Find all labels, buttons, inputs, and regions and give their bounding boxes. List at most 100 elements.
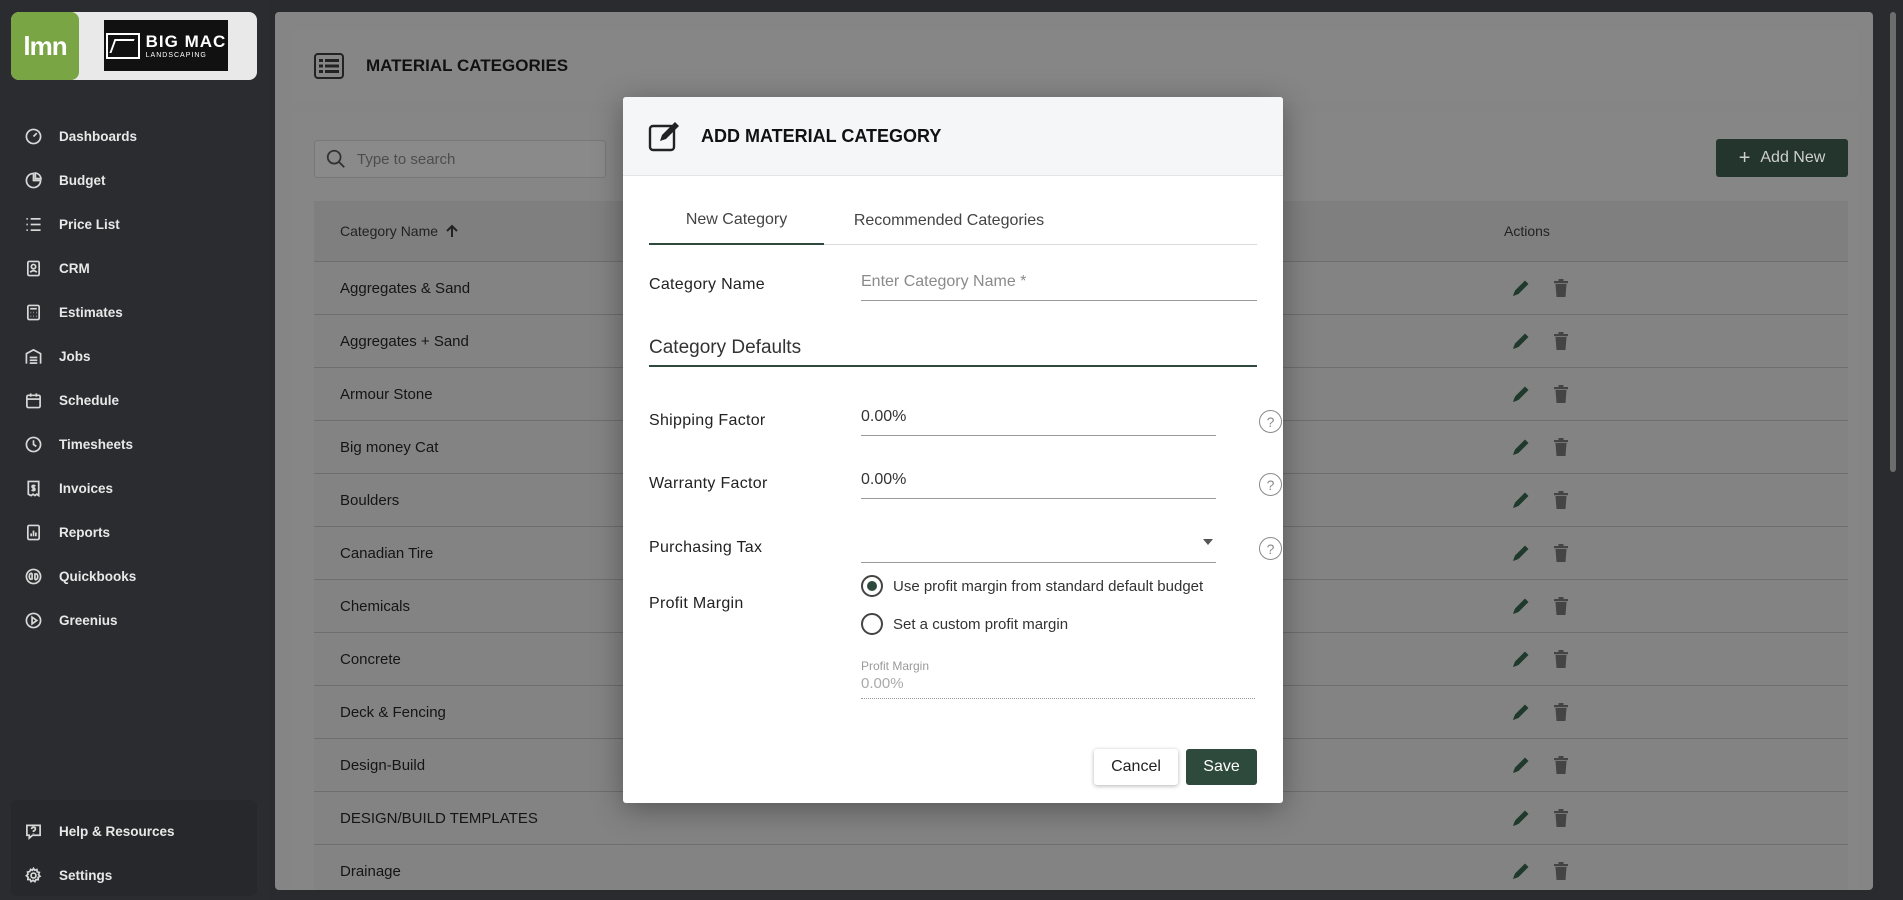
calculator-icon [24,303,42,321]
sidebar-item-label: Schedule [59,392,120,408]
sidebar-item-timesheets[interactable]: Timesheets [0,422,270,466]
radio-custom-profit-margin[interactable]: Set a custom profit margin [861,613,1068,635]
trash-delete-icon[interactable] [1550,648,1572,670]
search-icon [326,149,345,168]
sidebar-item-estimates[interactable]: Estimates [0,290,270,334]
shipping-factor-label: Shipping Factor [649,412,766,429]
purchasing-tax-select[interactable] [861,531,1216,563]
list-icon [24,215,42,233]
pencil-edit-icon[interactable] [1510,807,1532,829]
sidebar-item-price-list[interactable]: Price List [0,202,270,246]
pencil-edit-icon[interactable] [1510,860,1532,882]
warranty-factor-input[interactable] [861,467,1216,499]
pencil-edit-icon[interactable] [1510,701,1532,723]
radio-default-profit-margin[interactable]: Use profit margin from standard default … [861,575,1203,597]
dialog-title: ADD MATERIAL CATEGORY [701,125,942,146]
sidebar-item-label: Estimates [59,304,123,320]
shipping-factor-input[interactable] [861,404,1216,436]
add-new-button[interactable]: + Add New [1716,139,1848,177]
purchasing-tax-help-icon[interactable]: ? [1259,537,1282,560]
lmn-logo[interactable]: lmn [11,12,79,80]
sidebar-item-dashboards[interactable]: Dashboards [0,114,270,158]
page-header: MATERIAL CATEGORIES [292,30,1858,102]
sidebar-item-reports[interactable]: Reports [0,510,270,554]
warehouse-icon [24,347,42,365]
pencil-edit-icon[interactable] [1510,383,1532,405]
pencil-edit-icon[interactable] [1510,330,1532,352]
sidebar: lmn BIG MAC LANDSCAPING Dashboards Budget… [0,0,270,900]
pencil-edit-icon[interactable] [1510,595,1532,617]
purchasing-tax-row: Purchasing Tax ? [649,529,1282,565]
page-scrollbar[interactable] [1890,12,1896,472]
sidebar-item-label: Budget [59,172,106,188]
pencil-edit-icon[interactable] [1510,648,1532,670]
sidebar-item-quickbooks[interactable]: Quickbooks [0,554,270,598]
category-name-cell: DESIGN/BUILD TEMPLATES [340,809,538,827]
category-defaults-heading: Category Defaults [649,337,1257,367]
profit-margin-label: Profit Margin [649,595,744,612]
tab-new-category[interactable]: New Category [649,197,824,245]
category-name-cell: Aggregates & Sand [340,279,471,297]
sidebar-item-label: Jobs [59,348,91,364]
table-row[interactable]: Drainage [314,844,1848,890]
tab-recommended-categories[interactable]: Recommended Categories [824,197,1074,245]
category-name-input[interactable] [861,269,1257,301]
contacts-icon [24,259,42,277]
radio-unselected-icon [861,613,883,635]
dialog-header: ADD MATERIAL CATEGORY [623,97,1283,176]
sidebar-item-crm[interactable]: CRM [0,246,270,290]
pencil-edit-icon[interactable] [1510,542,1532,564]
edit-square-icon [648,122,679,152]
category-name-cell: Big money Cat [340,438,439,456]
search-input[interactable] [357,150,597,168]
calendar-icon [24,391,42,409]
category-name-cell: Canadian Tire [340,544,434,562]
sidebar-item-budget[interactable]: Budget [0,158,270,202]
trash-delete-icon[interactable] [1550,383,1572,405]
trash-delete-icon[interactable] [1550,754,1572,776]
report-icon [24,523,42,541]
trash-delete-icon[interactable] [1550,860,1572,882]
trash-delete-icon[interactable] [1550,595,1572,617]
shipping-help-icon[interactable]: ? [1259,410,1282,433]
purchasing-tax-label: Purchasing Tax [649,539,763,556]
pencil-edit-icon[interactable] [1510,489,1532,511]
trash-delete-icon[interactable] [1550,701,1572,723]
sidebar-item-label: CRM [59,260,90,276]
trash-delete-icon[interactable] [1550,330,1572,352]
trash-delete-icon[interactable] [1550,807,1572,829]
radio-custom-label: Set a custom profit margin [893,615,1069,633]
save-button[interactable]: Save [1186,749,1257,785]
company-subtitle: LANDSCAPING [145,51,207,59]
pencil-edit-icon[interactable] [1510,277,1532,299]
sidebar-item-settings[interactable]: Settings [11,853,257,897]
pencil-edit-icon[interactable] [1510,436,1532,458]
sidebar-item-schedule[interactable]: Schedule [0,378,270,422]
sidebar-item-label: Settings [59,867,113,883]
sidebar-item-jobs[interactable]: Jobs [0,334,270,378]
category-name-label: Category Name [649,276,765,293]
category-name-cell: Design-Build [340,756,426,774]
radio-default-label: Use profit margin from standard default … [893,577,1204,595]
warranty-factor-row: Warranty Factor ? [649,465,1282,501]
sidebar-bottom-nav: Help & Resources Settings [11,800,257,896]
sidebar-item-help-resources[interactable]: Help & Resources [11,809,257,853]
pencil-edit-icon[interactable] [1510,754,1532,776]
category-name-cell: Aggregates + Sand [340,332,469,350]
warranty-help-icon[interactable]: ? [1259,473,1282,496]
chevron-down-icon [1203,539,1213,545]
profit-margin-field-label: Profit Margin [861,659,930,673]
trash-delete-icon[interactable] [1550,277,1572,299]
trash-delete-icon[interactable] [1550,489,1572,511]
cancel-button[interactable]: Cancel [1094,749,1178,785]
search-box [314,140,606,178]
trash-delete-icon[interactable] [1550,542,1572,564]
profit-margin-row: Profit Margin Use profit margin from sta… [649,575,1257,745]
sidebar-item-greenius[interactable]: Greenius [0,598,270,642]
trash-delete-icon[interactable] [1550,436,1572,458]
profit-margin-input-disabled: 0.00% [861,675,1255,699]
sidebar-item-invoices[interactable]: Invoices [0,466,270,510]
sidebar-item-label: Help & Resources [59,823,175,839]
column-header-category-name[interactable]: Category Name [340,223,458,239]
pie-chart-icon [24,171,42,189]
